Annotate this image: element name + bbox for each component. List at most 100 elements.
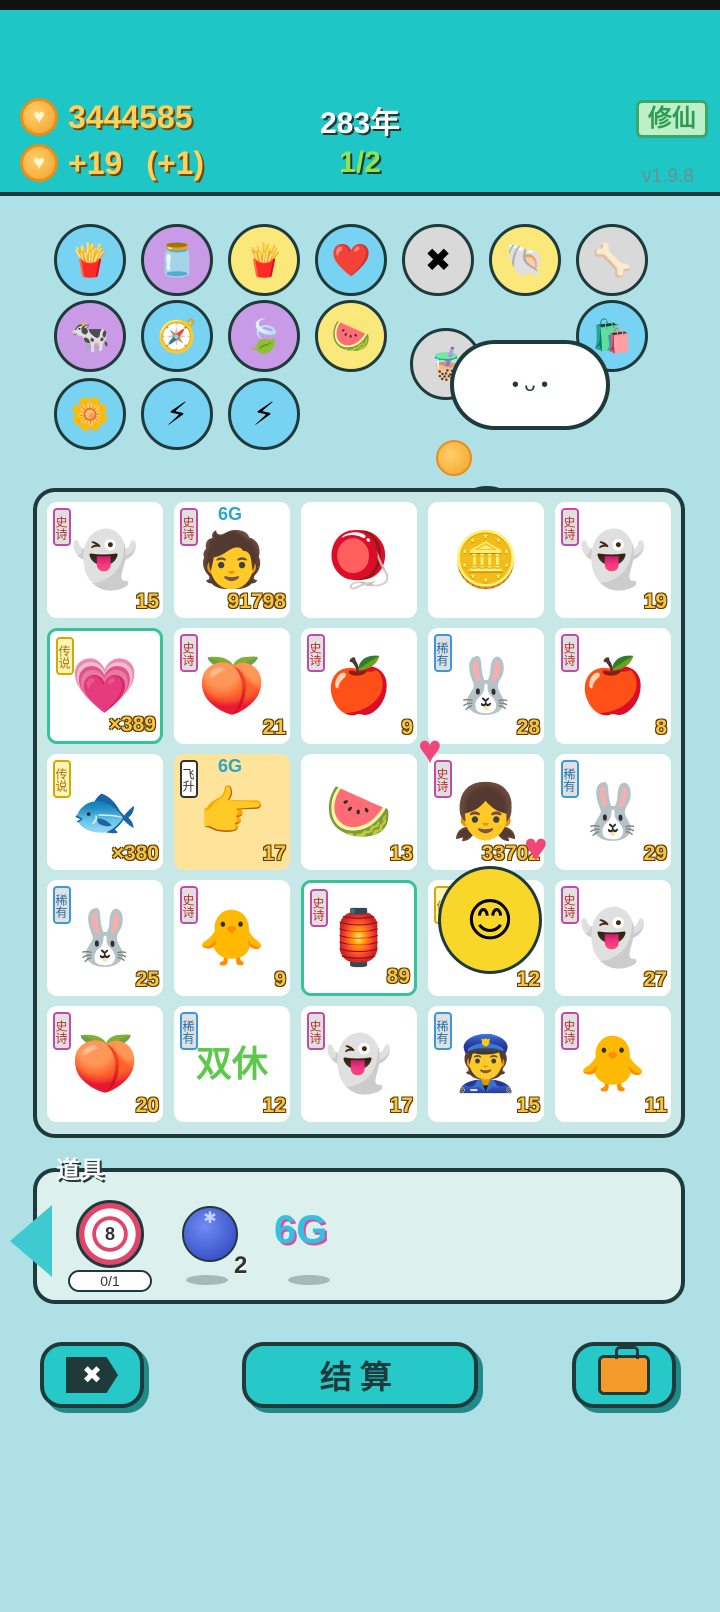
rarity-badge: 传说 <box>53 760 71 798</box>
item-count: 27 <box>643 968 667 991</box>
shell-icon[interactable]: 🐚 <box>489 224 561 296</box>
floating-heart-icon: ♥ <box>524 826 548 870</box>
board-cell[interactable]: 史诗 6G 🧑 91798 <box>174 502 290 618</box>
board-cell[interactable]: 传说 🐟 ×380 <box>47 754 163 870</box>
compass-icon[interactable]: 🧭 <box>141 300 213 372</box>
inventory-button[interactable] <box>572 1342 676 1408</box>
rarity-badge: 稀有 <box>180 1012 198 1050</box>
props-back-arrow-icon[interactable] <box>10 1205 52 1277</box>
jar-icon[interactable]: 🫙 <box>141 224 213 296</box>
item-icon: 👻 <box>579 908 647 968</box>
rarity-badge: 史诗 <box>561 886 579 924</box>
item-icon: 🐥 <box>579 1034 647 1094</box>
coin-balance: ♥ 3444585 <box>20 98 193 136</box>
item-icon: 👻 <box>579 530 647 590</box>
rarity-badge: 史诗 <box>307 1012 325 1050</box>
cow-poster-icon[interactable]: 🐄 <box>54 300 126 372</box>
board-cell[interactable]: 传说 💗 ×389 <box>47 628 163 744</box>
tag-x-icon[interactable]: ✖ <box>402 224 474 296</box>
target-prop-icon[interactable]: 8 <box>76 1200 144 1268</box>
rarity-badge: 史诗 <box>53 508 71 546</box>
prop-shadow <box>186 1275 228 1285</box>
blueberry-count: 2 <box>234 1252 248 1279</box>
rarity-badge: 史诗 <box>561 508 579 546</box>
board-cell[interactable]: 史诗 🍎 8 <box>555 628 671 744</box>
board-cell[interactable]: 稀有 🐰 25 <box>47 880 163 996</box>
item-grid: 史诗 👻 15 史诗 6G 🧑 91798 🪀 🪙 史诗 👻 19 传说 💗 ×389 史诗 🍑 21 史诗 🍎 9 稀有… <box>47 502 671 1122</box>
board-cell[interactable]: 稀有 👮 15 <box>428 1006 544 1122</box>
item-count: 29 <box>643 842 667 865</box>
item-count: 15 <box>516 1094 540 1117</box>
fruit-bowl-icon[interactable]: 🍉 <box>315 300 387 372</box>
item-count: 13 <box>389 842 413 865</box>
item-count: 9 <box>401 716 413 739</box>
yellow-smiley-icon[interactable]: 😊 <box>438 866 542 974</box>
item-count: 89 <box>386 965 410 988</box>
board-cell[interactable]: 🍉 13 <box>301 754 417 870</box>
item-count: 17 <box>389 1094 413 1117</box>
item-icon: 🍑 <box>71 1034 139 1094</box>
energy-sack-icon[interactable]: ⚡ <box>141 378 213 450</box>
briefcase-icon <box>598 1346 650 1395</box>
board-cell[interactable]: 史诗 🏮 89 <box>301 880 417 996</box>
rarity-badge: 稀有 <box>53 886 71 924</box>
coin-total: 3444585 <box>68 98 193 135</box>
board-cell[interactable]: 史诗 🍎 9 <box>301 628 417 744</box>
rarity-badge: 稀有 <box>561 760 579 798</box>
board-cell[interactable]: 稀有 双休 12 <box>174 1006 290 1122</box>
heart-fan-icon[interactable]: ❤️ <box>315 224 387 296</box>
item-count: 12 <box>516 968 540 991</box>
rarity-badge: 史诗 <box>561 1012 579 1050</box>
energy-sack-icon[interactable]: ⚡ <box>228 378 300 450</box>
item-icon: 👻 <box>325 1034 393 1094</box>
leaf-icon[interactable]: 🍃 <box>228 300 300 372</box>
item-icon: 🐥 <box>198 908 266 968</box>
status-bar <box>0 0 720 10</box>
board-cell[interactable]: 史诗 👻 27 <box>555 880 671 996</box>
board-cell[interactable]: 🪙 <box>428 502 544 618</box>
item-icon: 双休 <box>195 1043 268 1084</box>
bone-bowl-icon[interactable]: 🦴 <box>576 224 648 296</box>
floating-heart-icon: ♥ <box>418 728 442 772</box>
board-cell[interactable]: 🪀 <box>301 502 417 618</box>
income-value: +19 <box>68 144 123 181</box>
xiuxian-button[interactable]: 修仙 <box>636 100 708 138</box>
board-cell[interactable]: 稀有 🐰 29 <box>555 754 671 870</box>
fries-icon[interactable]: 🍟 <box>54 224 126 296</box>
sixg-prop[interactable]: 6G <box>274 1208 327 1253</box>
version-label: v1.9.8 <box>642 166 694 187</box>
sixg-tag: 6G <box>218 756 243 776</box>
item-count: 8 <box>655 716 667 739</box>
board-cell[interactable]: 史诗 👻 19 <box>555 502 671 618</box>
item-icon: 🍑 <box>198 656 266 716</box>
item-count: 21 <box>262 716 286 739</box>
board-cell[interactable]: 飞升 6G 👉 17 <box>174 754 290 870</box>
rarity-badge: 史诗 <box>53 1012 71 1050</box>
settle-label: 结算 <box>319 1359 400 1395</box>
board-cell[interactable]: 史诗 👻 15 <box>47 502 163 618</box>
cancel-button[interactable]: ✖ <box>40 1342 144 1408</box>
board-cell[interactable]: 史诗 🍑 20 <box>47 1006 163 1122</box>
cloud-mascot-icon[interactable]: • ᴗ • <box>450 340 610 430</box>
item-icon: 🪙 <box>452 530 520 590</box>
item-icon: 💗 <box>71 656 139 716</box>
board-cell[interactable]: 史诗 👻 17 <box>301 1006 417 1122</box>
item-count: ×389 <box>108 713 156 736</box>
settle-button[interactable]: 结算 <box>242 1342 478 1408</box>
item-icon: 👧 <box>452 782 520 842</box>
fries-icon[interactable]: 🍟 <box>228 224 300 296</box>
board-cell[interactable]: 史诗 🍑 21 <box>174 628 290 744</box>
item-icon: 🐟 <box>71 782 139 842</box>
board-cell[interactable]: 史诗 🐥 11 <box>555 1006 671 1122</box>
item-icon: 🍎 <box>325 656 393 716</box>
rarity-badge: 传说 <box>56 637 74 675</box>
rarity-badge: 史诗 <box>180 886 198 924</box>
flower-pot-icon[interactable]: 🌼 <box>54 378 126 450</box>
rarity-badge: 史诗 <box>180 634 198 672</box>
board-cell[interactable]: 史诗 🐥 9 <box>174 880 290 996</box>
rarity-badge: 史诗 <box>561 634 579 672</box>
blueberry-prop-icon[interactable]: ✱ <box>182 1206 238 1262</box>
rarity-badge: 史诗 <box>310 889 328 927</box>
item-count: 28 <box>516 716 540 739</box>
board-cell[interactable]: 稀有 🐰 28 <box>428 628 544 744</box>
